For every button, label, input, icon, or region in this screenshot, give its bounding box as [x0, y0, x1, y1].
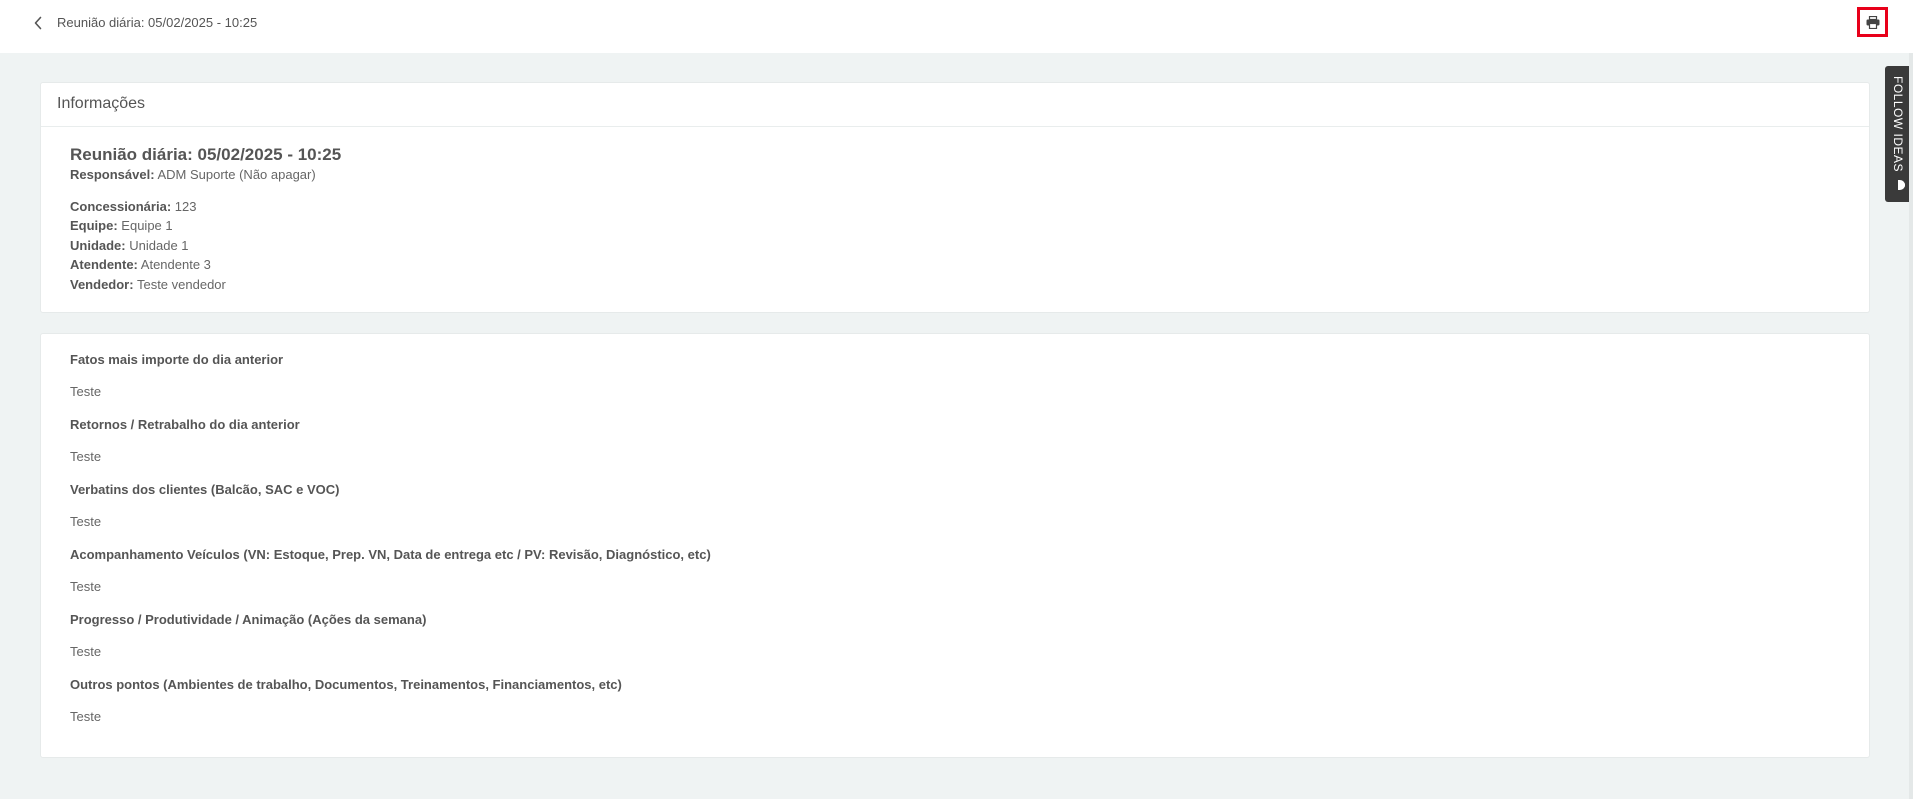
- field-label: Atendente:: [70, 257, 138, 272]
- meeting-title: Reunião diária: 05/02/2025 - 10:25: [70, 145, 342, 164]
- question-answer: Teste: [70, 449, 102, 464]
- field-vendedor: Vendedor: Teste vendedor: [70, 275, 1869, 295]
- question-answer: Teste: [70, 514, 102, 529]
- question-label: Progresso / Produtividade / Animação (Aç…: [70, 612, 427, 627]
- field-label: Equipe:: [70, 218, 118, 233]
- field-unidade: Unidade: Unidade 1: [70, 236, 1869, 256]
- question-answer: Teste: [70, 709, 102, 724]
- info-card: Informações Reunião diária: 05/02/2025 -…: [40, 82, 1870, 313]
- question-answer: Teste: [70, 579, 102, 594]
- question-label: Outros pontos (Ambientes de trabalho, Do…: [70, 677, 622, 692]
- field-label: Vendedor:: [70, 276, 134, 292]
- lightbulb-icon: [1898, 180, 1905, 190]
- field-atendente: Atendente: Atendente 3: [70, 255, 1869, 275]
- info-body: Reunião diária: 05/02/2025 - 10:25 Respo…: [41, 127, 1869, 294]
- field-value: Atendente 3: [140, 257, 211, 272]
- question-label: Verbatins dos clientes (Balcão, SAC e VO…: [70, 482, 340, 497]
- chevron-left-icon: [34, 16, 42, 30]
- question-answer: Teste: [70, 644, 102, 659]
- top-bar: Reunião diária: 05/02/2025 - 10:25: [0, 0, 1913, 53]
- field-label: Unidade:: [70, 237, 126, 253]
- page-scrollbar[interactable]: [1909, 53, 1913, 799]
- details-card: Fatos mais importe do dia anterior Teste…: [40, 333, 1870, 758]
- print-button[interactable]: [1857, 7, 1888, 37]
- field-value: 123: [174, 198, 197, 214]
- field-label: Concessionária:: [70, 198, 172, 214]
- printer-icon: [1866, 15, 1879, 29]
- field-value: Unidade 1: [129, 237, 189, 253]
- question-label: Fatos mais importe do dia anterior: [70, 352, 284, 367]
- field-label: Responsável:: [70, 167, 155, 182]
- field-value: Teste vendedor: [136, 276, 226, 292]
- field-concessionaria: Concessionária: 123: [70, 197, 1869, 217]
- field-responsavel: Responsável: ADM Suporte (Não apagar): [70, 165, 1869, 185]
- question-answer: Teste: [70, 384, 102, 399]
- field-value: ADM Suporte (Não apagar): [157, 167, 316, 182]
- page-title: Reunião diária: 05/02/2025 - 10:25: [57, 15, 258, 30]
- field-equipe: Equipe: Equipe 1: [70, 216, 1869, 236]
- info-card-header: Informações: [41, 83, 1869, 127]
- field-value: Equipe 1: [121, 218, 173, 233]
- follow-ideas-label: FOLLOW IDEAS: [1891, 76, 1905, 173]
- question-label: Acompanhamento Veículos (VN: Estoque, Pr…: [70, 547, 711, 562]
- back-button[interactable]: [30, 14, 46, 32]
- question-label: Retornos / Retrabalho do dia anterior: [70, 417, 300, 432]
